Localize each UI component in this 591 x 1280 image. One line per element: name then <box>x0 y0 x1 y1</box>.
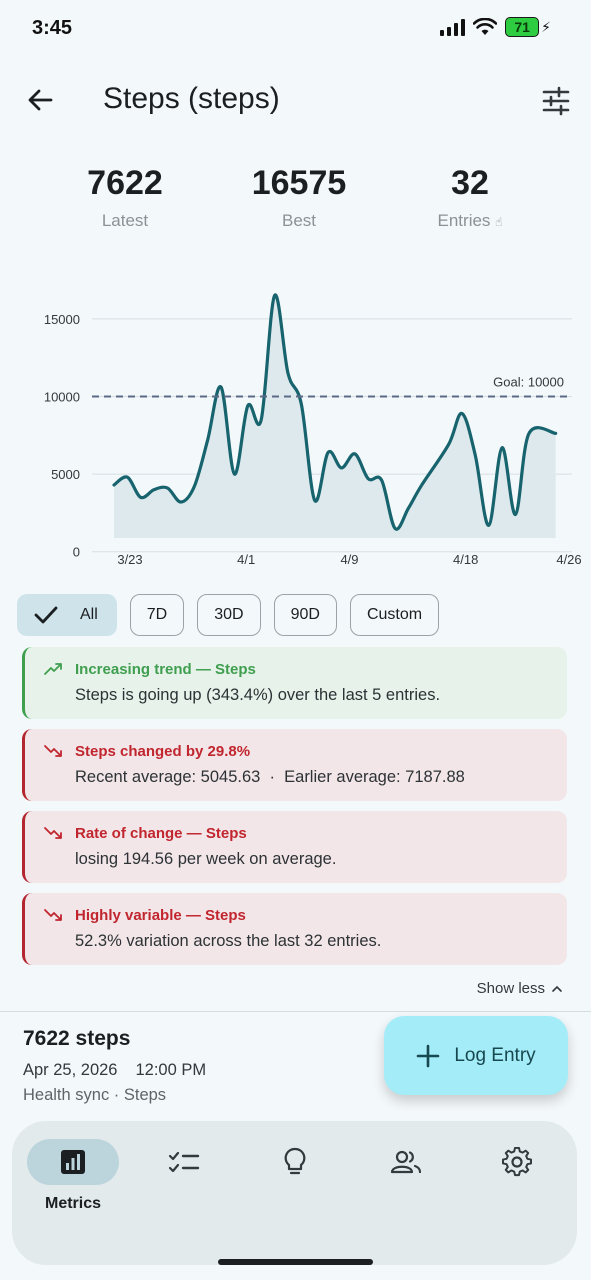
stat-label: Best <box>281 211 317 230</box>
range-filter-chips: All 7D 30D 90D Custom <box>17 594 440 636</box>
trending-down-icon <box>44 827 62 839</box>
stat-value: 32 <box>451 164 489 202</box>
chip-30d[interactable]: 30D <box>197 594 261 636</box>
entry-source: Health sync · Steps <box>23 1086 167 1104</box>
nav-icon-wrap <box>360 1139 452 1185</box>
nav-icon-wrap <box>471 1139 563 1185</box>
tune-filter-icon[interactable] <box>539 84 573 118</box>
show-less-label: Show less <box>476 980 545 997</box>
stat-entries[interactable]: 32 Entries ☝ <box>390 164 550 231</box>
steps-chart-svg: 0 5000 10000 15000 Goal: 10000 3/23 4/1 4/9 4/18… <box>44 293 582 567</box>
nav-item-insights[interactable] <box>247 1139 343 1185</box>
chip-7d[interactable]: 7D <box>129 594 185 636</box>
nav-item-checklist[interactable] <box>136 1139 232 1185</box>
people-icon <box>390 1150 422 1174</box>
status-bar: 3:45 71 ⚡ <box>0 0 591 58</box>
entry-date: Apr 25, 2026 <box>23 1061 118 1079</box>
stats-summary: 7622 Latest 16575 Best 32 Entries ☝ <box>0 164 591 244</box>
back-arrow-icon[interactable] <box>24 84 56 116</box>
x-tick-label: 3/23 <box>117 552 142 567</box>
stat-value: 7622 <box>87 164 163 202</box>
insight-card-rate: Rate of change — Steps losing 194.56 per… <box>22 811 567 883</box>
goal-label: Goal: 10000 <box>493 374 564 389</box>
fab-label: Log Entry <box>454 1044 536 1066</box>
trending-up-icon <box>44 663 62 675</box>
latest-entry[interactable]: 7622 steps Apr 25, 2026 12:00 PM Health s… <box>23 1027 206 1105</box>
insight-title: Steps changed by 29.8% <box>75 743 251 760</box>
insight-title: Increasing trend — Steps <box>75 661 256 678</box>
insight-title: Rate of change — Steps <box>75 825 247 842</box>
show-less-button[interactable]: Show less <box>477 980 563 997</box>
divider <box>0 1011 591 1012</box>
y-tick-label: 0 <box>73 545 80 560</box>
x-tick-label: 4/18 <box>453 552 478 567</box>
chip-label: Custom <box>366 606 423 623</box>
chip-label: 7D <box>146 606 168 623</box>
stat-label: Entries ☝ <box>390 211 550 231</box>
status-time: 3:45 <box>32 17 73 39</box>
bottom-navigation: Metrics <box>12 1121 577 1265</box>
stat-best: 16575 Best <box>219 164 379 231</box>
cellular-signal-icon <box>440 18 466 36</box>
status-icons: 71 ⚡ <box>440 17 551 37</box>
chip-label: 90D <box>290 606 320 623</box>
entry-value: 7622 steps <box>23 1027 131 1050</box>
insight-card-variability: Highly variable — Steps 52.3% variation … <box>22 893 567 965</box>
steps-chart: 0 5000 10000 15000 Goal: 10000 3/23 4/1 4/9 4/18… <box>0 280 591 575</box>
page-title: Steps (steps) <box>103 82 280 115</box>
lightbulb-icon <box>284 1147 306 1175</box>
nav-item-settings[interactable] <box>469 1139 565 1185</box>
nav-active-indicator <box>27 1139 119 1185</box>
x-tick-label: 4/26 <box>556 552 581 567</box>
y-tick-label: 15000 <box>44 312 80 327</box>
nav-item-metrics[interactable]: Metrics <box>25 1139 121 1213</box>
settings-gear-icon <box>502 1147 532 1177</box>
stat-label-text: Entries <box>437 211 491 230</box>
battery-icon: 71 ⚡ <box>505 17 551 37</box>
insight-text: losing 194.56 per week on average. <box>75 850 337 868</box>
chip-custom[interactable]: Custom <box>349 594 440 636</box>
chip-90d[interactable]: 90D <box>273 594 337 636</box>
check-icon <box>34 606 58 624</box>
bar-chart-icon <box>61 1150 85 1174</box>
app-bar: Steps (steps) <box>0 72 591 128</box>
plus-icon <box>417 1044 440 1067</box>
touch-icon: ☝ <box>495 215 503 229</box>
stat-latest: 7622 Latest <box>45 164 205 231</box>
entry-datetime: Apr 25, 2026 12:00 PM <box>23 1061 206 1080</box>
stat-value: 16575 <box>251 164 347 202</box>
log-entry-button[interactable]: Log Entry <box>384 1016 568 1095</box>
y-tick-label: 10000 <box>44 389 80 404</box>
nav-label: Metrics <box>44 1195 102 1212</box>
trending-down-icon <box>44 745 62 757</box>
charging-bolt-icon: ⚡ <box>541 18 551 35</box>
chip-label: 30D <box>214 606 244 623</box>
insight-card-change: Steps changed by 29.8% Recent average: 5… <box>22 729 567 801</box>
insight-title: Highly variable — Steps <box>75 907 246 924</box>
chip-label: All <box>80 606 98 623</box>
insight-card-trend: Increasing trend — Steps Steps is going … <box>22 647 567 719</box>
insight-text: 52.3% variation across the last 32 entri… <box>75 932 382 950</box>
battery-level: 71 <box>505 17 540 37</box>
x-tick-label: 4/1 <box>237 552 255 567</box>
nav-icon-wrap <box>249 1139 341 1185</box>
chip-all[interactable]: All <box>17 594 117 636</box>
insight-text: Steps is going up (343.4%) over the last… <box>75 686 441 704</box>
y-tick-label: 5000 <box>51 467 80 482</box>
insight-text: Recent average: 5045.63 · Earlier averag… <box>75 768 465 786</box>
wifi-icon <box>473 18 498 35</box>
nav-item-people[interactable] <box>358 1139 454 1185</box>
home-indicator <box>218 1259 373 1265</box>
stat-label: Latest <box>101 211 149 230</box>
entry-time: 12:00 PM <box>135 1061 207 1079</box>
checklist-icon <box>168 1151 200 1173</box>
x-tick-label: 4/9 <box>340 552 358 567</box>
nav-icon-wrap <box>138 1139 230 1185</box>
chevron-up-icon <box>552 985 562 992</box>
trending-down-icon <box>44 909 62 921</box>
